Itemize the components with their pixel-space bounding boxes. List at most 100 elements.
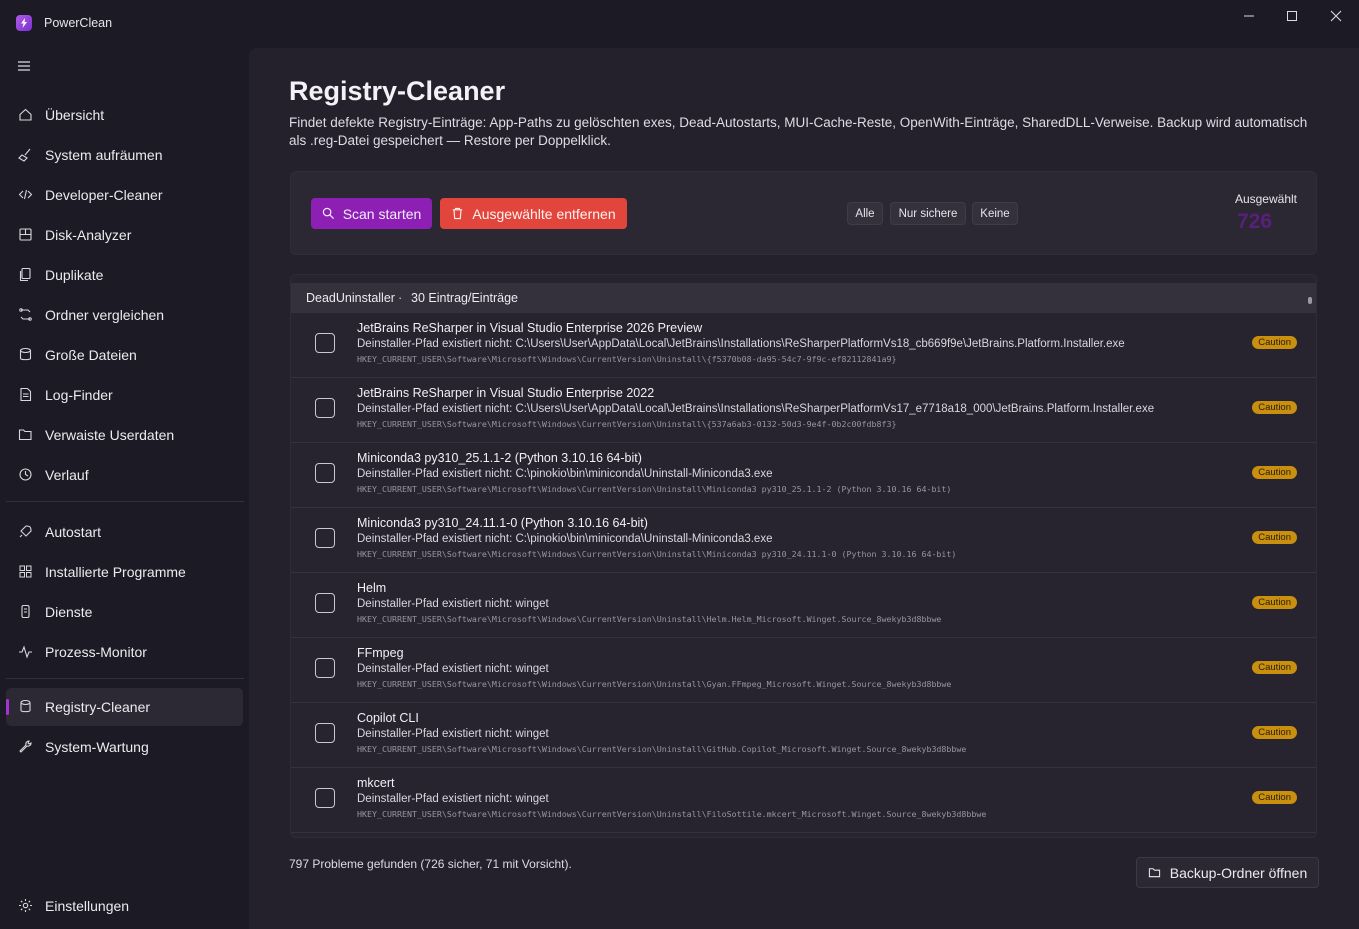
folder-icon: [18, 427, 34, 443]
sidebar-item-label: Duplikate: [45, 267, 104, 283]
sidebar-item-installierte-programme[interactable]: Installierte Programme: [6, 553, 243, 591]
maximize-button[interactable]: [1275, 6, 1309, 26]
sidebar-item-label: Große Dateien: [45, 347, 137, 363]
table-row[interactable]: JetBrains ReSharper in Visual Studio Ent…: [291, 378, 1316, 443]
sidebar-item-disk-analyzer[interactable]: Disk-Analyzer: [6, 216, 243, 254]
table-row[interactable]: Miniconda3 py310_25.1.1-2 (Python 3.10.1…: [291, 443, 1316, 508]
table-row[interactable]: Helm Deinstaller-Pfad existiert nicht: wi…: [291, 573, 1316, 638]
scan-button-label: Scan starten: [342, 205, 422, 222]
sidebar-item-label: Einstellungen: [45, 898, 130, 914]
folder-icon: [1148, 868, 1160, 878]
trash-icon: [453, 207, 463, 220]
status-badge: Caution: [1252, 726, 1297, 739]
main-content: Registry-Cleaner Findet defekte Registry…: [249, 48, 1359, 929]
sidebar-item-verlauf[interactable]: Verlauf: [6, 456, 243, 494]
page-title: Registry-Cleaner: [289, 76, 506, 106]
compare-icon: [18, 307, 34, 323]
row-checkbox[interactable]: [315, 333, 335, 353]
status-badge: Caution: [1252, 531, 1297, 544]
row-registry-key: HKEY_CURRENT_USER\Software\Microsoft\Win…: [357, 419, 897, 429]
row-path: Deinstaller-Pfad existiert nicht: C:\pin…: [357, 533, 773, 545]
row-checkbox[interactable]: [315, 788, 335, 808]
sidebar-item-dienste[interactable]: Dienste: [6, 593, 243, 631]
row-checkbox[interactable]: [315, 658, 335, 678]
row-title: FFmpeg: [357, 646, 404, 660]
sidebar-item-label: System aufräumen: [45, 147, 163, 163]
sidebar-item-label: Verlauf: [45, 467, 89, 483]
sidebar-item-system-wartung[interactable]: System-Wartung: [6, 728, 243, 766]
row-title: Miniconda3 py310_24.11.1-0 (Python 3.10.…: [357, 516, 648, 530]
remove-selected-button[interactable]: Ausgewählte entfernen: [440, 198, 627, 229]
sidebar-divider: [6, 678, 244, 679]
filter-all-button[interactable]: Alle: [847, 202, 883, 225]
table-row[interactable]: Copilot CLI Deinstaller-Pfad existiert ni…: [291, 703, 1316, 768]
row-path: Deinstaller-Pfad existiert nicht: winget: [357, 728, 549, 740]
code-icon: [18, 187, 34, 203]
sidebar-item-duplikate[interactable]: Duplikate: [6, 256, 243, 294]
sidebar-item-label: Verwaiste Userdaten: [45, 427, 175, 443]
status-badge: Caution: [1252, 661, 1297, 674]
sidebar-item-developer-cleaner[interactable]: Developer-Cleaner: [6, 176, 243, 214]
row-checkbox[interactable]: [315, 463, 335, 483]
services-icon: [18, 604, 34, 620]
status-badge: Caution: [1252, 401, 1297, 414]
page-description: Findet defekte Registry-Einträge: App-Pa…: [289, 115, 1308, 148]
table-row[interactable]: mkcert Deinstaller-Pfad existiert nicht: …: [291, 768, 1316, 833]
row-checkbox[interactable]: [315, 593, 335, 613]
scrollbar-thumb[interactable]: [1308, 297, 1312, 304]
group-name: DeadUninstaller: [306, 291, 395, 305]
sidebar-item-ordner-vergleichen[interactable]: Ordner vergleichen: [6, 296, 243, 334]
copy-icon: [18, 267, 34, 283]
sidebar-divider: [6, 501, 244, 502]
disk-chart-icon: [18, 227, 34, 243]
row-path: Deinstaller-Pfad existiert nicht: winget: [357, 598, 549, 610]
sidebar-item-grosse-dateien[interactable]: Große Dateien: [6, 336, 243, 374]
sidebar-item-einstellungen[interactable]: Einstellungen: [6, 887, 243, 925]
group-header[interactable]: DeadUninstaller · 30 Eintrag/Einträge: [291, 283, 1316, 313]
home-icon: [18, 107, 34, 123]
table-row[interactable]: JetBrains ReSharper in Visual Studio Ent…: [291, 313, 1316, 378]
table-row[interactable]: FFmpeg Deinstaller-Pfad existiert nicht: …: [291, 638, 1316, 703]
title-bar: PowerClean: [0, 0, 1359, 46]
sidebar-item-log-finder[interactable]: Log-Finder: [6, 376, 243, 414]
sidebar-item-label: Übersicht: [45, 107, 105, 123]
minimize-button[interactable]: [1232, 6, 1266, 26]
sidebar-item-prozess-monitor[interactable]: Prozess-Monitor: [6, 633, 243, 671]
sidebar-item-label: Dienste: [45, 604, 93, 620]
selected-count: 726: [1237, 210, 1273, 233]
group-count: 30 Eintrag/Einträge: [411, 291, 519, 305]
table-row[interactable]: Miniconda3 py310_24.11.1-0 (Python 3.10.…: [291, 508, 1316, 573]
document-icon: [18, 387, 34, 403]
row-title: JetBrains ReSharper in Visual Studio Ent…: [357, 321, 703, 335]
status-badge: Caution: [1252, 466, 1297, 479]
close-button[interactable]: [1319, 6, 1353, 26]
apps-grid-icon: [18, 564, 34, 580]
sidebar-item-label: Prozess-Monitor: [45, 644, 147, 660]
row-checkbox[interactable]: [315, 528, 335, 548]
row-checkbox[interactable]: [315, 723, 335, 743]
scan-button[interactable]: Scan starten: [311, 198, 432, 229]
history-icon: [18, 467, 34, 483]
row-registry-key: HKEY_CURRENT_USER\Software\Microsoft\Win…: [357, 614, 942, 624]
filter-none-button[interactable]: Keine: [972, 202, 1018, 225]
sidebar-item-label: Autostart: [45, 524, 102, 540]
filter-safe-only-button[interactable]: Nur sichere: [890, 202, 966, 225]
row-registry-key: HKEY_CURRENT_USER\Software\Microsoft\Win…: [357, 549, 957, 559]
sidebar-item-label: System-Wartung: [45, 739, 149, 755]
remove-button-label: Ausgewählte entfernen: [472, 205, 616, 222]
results-list: DeadUninstaller · 30 Eintrag/Einträge Je…: [290, 274, 1317, 838]
row-title: Helm: [357, 581, 387, 595]
sidebar-item-autostart[interactable]: Autostart: [6, 513, 243, 551]
sidebar-item-verwaiste-userdaten[interactable]: Verwaiste Userdaten: [6, 416, 243, 454]
hamburger-menu-icon[interactable]: [16, 59, 32, 73]
sidebar-item-system-aufraumen[interactable]: System aufräumen: [6, 136, 243, 174]
sidebar-item-registry-cleaner[interactable]: Registry-Cleaner: [6, 688, 243, 726]
row-checkbox[interactable]: [315, 398, 335, 418]
registry-icon: [18, 699, 34, 715]
broom-icon: [18, 147, 34, 163]
status-badge: Caution: [1252, 596, 1297, 609]
sidebar-item-ubersicht[interactable]: Übersicht: [6, 96, 243, 134]
row-path: Deinstaller-Pfad existiert nicht: winget: [357, 793, 549, 805]
database-icon: [18, 347, 34, 363]
open-backup-folder-button[interactable]: Backup-Ordner öffnen: [1136, 857, 1319, 888]
